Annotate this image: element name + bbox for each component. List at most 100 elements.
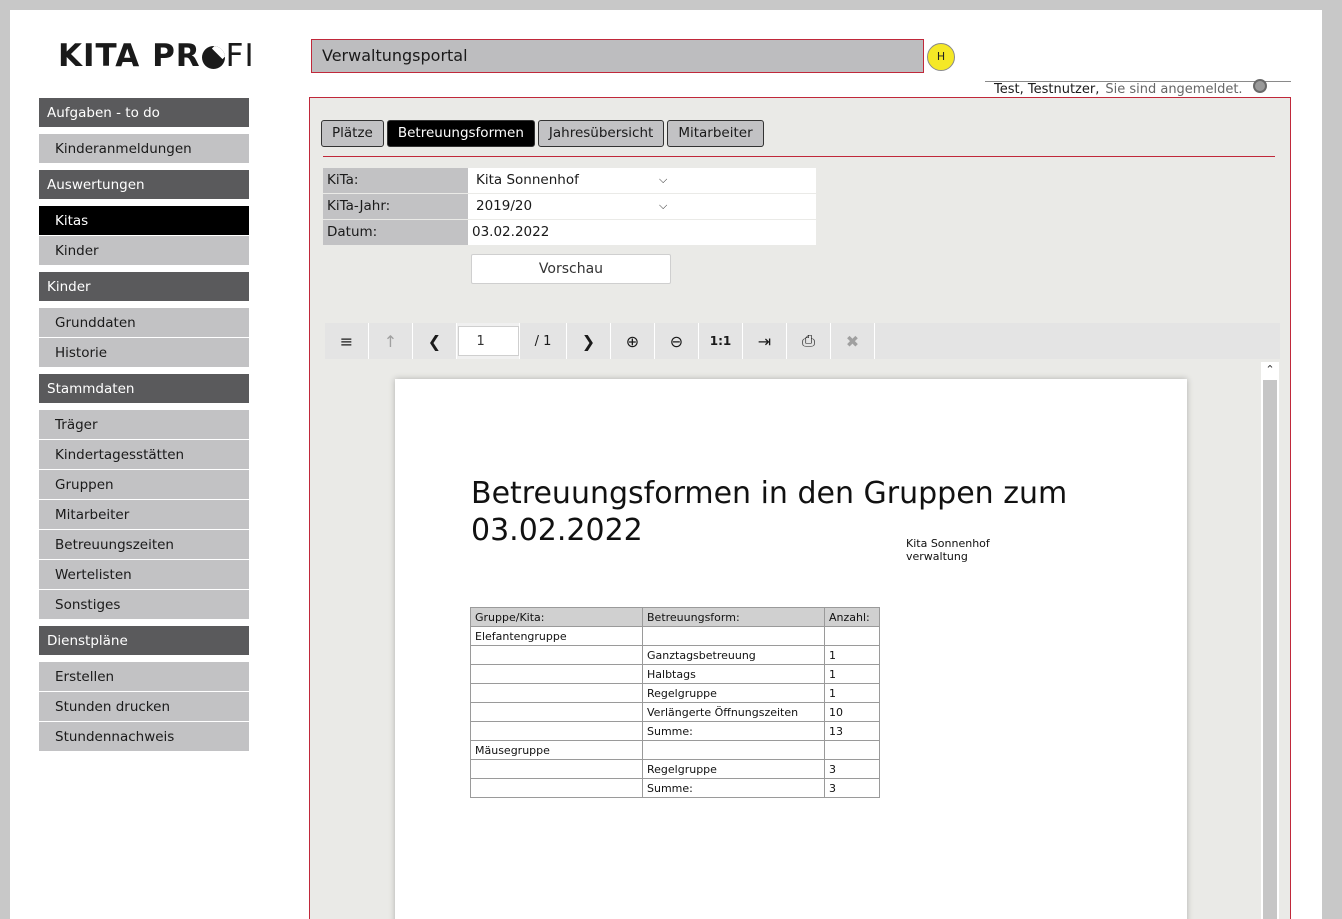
table-cell: 1 xyxy=(824,683,880,703)
date-field[interactable]: 03.02.2022 xyxy=(468,220,816,245)
app-frame: KITA PR FI Aufgaben - to do Kinderanmeldu… xyxy=(10,10,1322,919)
viewer-scrollbar[interactable]: ⌃ xyxy=(1261,362,1279,919)
report-kita-name: Kita Sonnenhof xyxy=(906,537,990,550)
table-cell xyxy=(470,664,643,684)
table-cell xyxy=(470,759,643,779)
portal-title: Verwaltungsportal xyxy=(311,39,924,73)
tab-betreuungsformen[interactable]: Betreuungsformen xyxy=(386,120,535,147)
sidebar-item-kitas[interactable]: Kitas xyxy=(39,206,249,236)
page-total: / 1 xyxy=(520,323,567,359)
sidebar-item-gruppen[interactable]: Gruppen xyxy=(39,470,249,500)
logo-text-2: FI xyxy=(225,38,255,74)
year-select[interactable]: 2019/20 ⌵ xyxy=(468,194,816,219)
table-cell: Halbtags xyxy=(642,664,825,684)
table-cell: Summe: xyxy=(642,778,825,798)
table-row: Mäusegruppe xyxy=(470,740,880,760)
sidebar-section-aufgaben: Aufgaben - to do xyxy=(39,98,249,128)
table-cell: Mäusegruppe xyxy=(470,740,643,760)
kita-profi-logo: KITA PR FI xyxy=(58,38,255,74)
report-tabs: Plätze Betreuungsformen Jahresübersicht … xyxy=(321,120,764,147)
report-meta: Kita Sonnenhof verwaltung xyxy=(906,537,990,563)
sidebar-item-grunddaten[interactable]: Grunddaten xyxy=(39,308,249,338)
table-cell: 3 xyxy=(824,778,880,798)
year-select-value: 2019/20 xyxy=(476,198,533,214)
sidebar-section-kinder: Kinder xyxy=(39,272,249,302)
sidebar-item-traeger[interactable]: Träger xyxy=(39,410,249,440)
document-viewer: Betreuungsformen in den Gruppen zum 03.0… xyxy=(321,362,1279,919)
zoom-in-icon[interactable]: ⊕ xyxy=(611,323,655,359)
chevron-left-icon[interactable]: ❮ xyxy=(413,323,457,359)
logout-icon[interactable] xyxy=(1253,79,1267,93)
sidebar-item-mitarbeiter[interactable]: Mitarbeiter xyxy=(39,500,249,530)
table-cell xyxy=(470,721,643,741)
page-number-input[interactable] xyxy=(457,326,519,356)
kita-select-value: Kita Sonnenhof xyxy=(476,172,579,188)
menu-icon[interactable]: ≡ xyxy=(325,323,369,359)
table-header-row: Gruppe/Kita: Betreuungsform: Anzahl: xyxy=(470,607,880,627)
sidebar-item-stundennachweis[interactable]: Stundennachweis xyxy=(39,722,249,752)
filter-form: KiTa: Kita Sonnenhof ⌵ KiTa-Jahr: 2019/2… xyxy=(323,168,816,246)
date-label: Datum: xyxy=(323,220,468,245)
table-row: Halbtags 1 xyxy=(470,664,880,684)
chevron-down-icon: ⌵ xyxy=(659,173,668,186)
export-icon[interactable]: ⇥ xyxy=(743,323,787,359)
sidebar-item-sonstiges[interactable]: Sonstiges xyxy=(39,590,249,620)
table-cell: 1 xyxy=(824,645,880,665)
scroll-up-icon[interactable]: ⌃ xyxy=(1263,362,1277,378)
column-header: Gruppe/Kita: xyxy=(470,607,643,627)
table-cell xyxy=(470,683,643,703)
logo-text-1: KITA PR xyxy=(58,38,201,74)
column-header: Anzahl: xyxy=(824,607,880,627)
table-row: Verlängerte Öffnungszeiten 10 xyxy=(470,702,880,722)
sidebar-item-kindertagesstaetten[interactable]: Kindertagesstätten xyxy=(39,440,249,470)
sidebar-item-historie[interactable]: Historie xyxy=(39,338,249,368)
date-row: Datum: 03.02.2022 xyxy=(323,220,816,245)
table-cell: Summe: xyxy=(642,721,825,741)
tab-jahresuebersicht[interactable]: Jahresübersicht xyxy=(537,120,665,147)
sidebar-item-stunden-drucken[interactable]: Stunden drucken xyxy=(39,692,249,722)
sidebar-item-kinder[interactable]: Kinder xyxy=(39,236,249,266)
table-cell xyxy=(824,740,880,760)
kita-select[interactable]: Kita Sonnenhof ⌵ xyxy=(468,168,816,193)
close-icon[interactable]: ✖ xyxy=(831,323,875,359)
preview-button[interactable]: Vorschau xyxy=(471,254,671,284)
actual-size-button[interactable]: 1:1 xyxy=(699,323,743,359)
table-row: Summe: 3 xyxy=(470,778,880,798)
arrow-up-icon[interactable]: ↑ xyxy=(369,323,413,359)
sidebar-item-betreuungszeiten[interactable]: Betreuungszeiten xyxy=(39,530,249,560)
table-row: Regelgruppe 1 xyxy=(470,683,880,703)
table-cell xyxy=(824,626,880,646)
report-sub-name: verwaltung xyxy=(906,550,968,563)
table-cell xyxy=(642,740,825,760)
table-row: Ganztagsbetreuung 1 xyxy=(470,645,880,665)
report-title: Betreuungsformen in den Gruppen zum 03.0… xyxy=(471,476,1068,548)
main-panel: Plätze Betreuungsformen Jahresübersicht … xyxy=(309,97,1291,919)
help-button[interactable]: H xyxy=(927,43,955,71)
scroll-thumb[interactable] xyxy=(1263,380,1277,919)
kita-row: KiTa: Kita Sonnenhof ⌵ xyxy=(323,168,816,193)
page-total-text: / 1 xyxy=(534,333,552,349)
tab-plaetze[interactable]: Plätze xyxy=(321,120,384,147)
table-row: Elefantengruppe xyxy=(470,626,880,646)
user-name: Test, Testnutzer, xyxy=(994,82,1100,97)
page-input-wrap xyxy=(457,323,520,359)
tab-mitarbeiter[interactable]: Mitarbeiter xyxy=(667,120,764,147)
year-row: KiTa-Jahr: 2019/20 ⌵ xyxy=(323,194,816,219)
table-cell: 3 xyxy=(824,759,880,779)
table-cell: 1 xyxy=(824,664,880,684)
sidebar-section-auswertungen: Auswertungen xyxy=(39,170,249,200)
table-row: Summe: 13 xyxy=(470,721,880,741)
chevron-right-icon[interactable]: ❯ xyxy=(567,323,611,359)
column-header: Betreuungsform: xyxy=(642,607,825,627)
kita-label: KiTa: xyxy=(323,168,468,193)
table-cell: 10 xyxy=(824,702,880,722)
table-cell xyxy=(470,778,643,798)
sidebar-item-wertelisten[interactable]: Wertelisten xyxy=(39,560,249,590)
sidebar-item-erstellen[interactable]: Erstellen xyxy=(39,662,249,692)
table-cell xyxy=(642,626,825,646)
zoom-out-icon[interactable]: ⊖ xyxy=(655,323,699,359)
table-cell: Verlängerte Öffnungszeiten xyxy=(642,702,825,722)
table-cell: Ganztagsbetreuung xyxy=(642,645,825,665)
sidebar-item-kinderanmeldungen[interactable]: Kinderanmeldungen xyxy=(39,134,249,164)
print-icon[interactable]: ⎙ xyxy=(787,323,831,359)
